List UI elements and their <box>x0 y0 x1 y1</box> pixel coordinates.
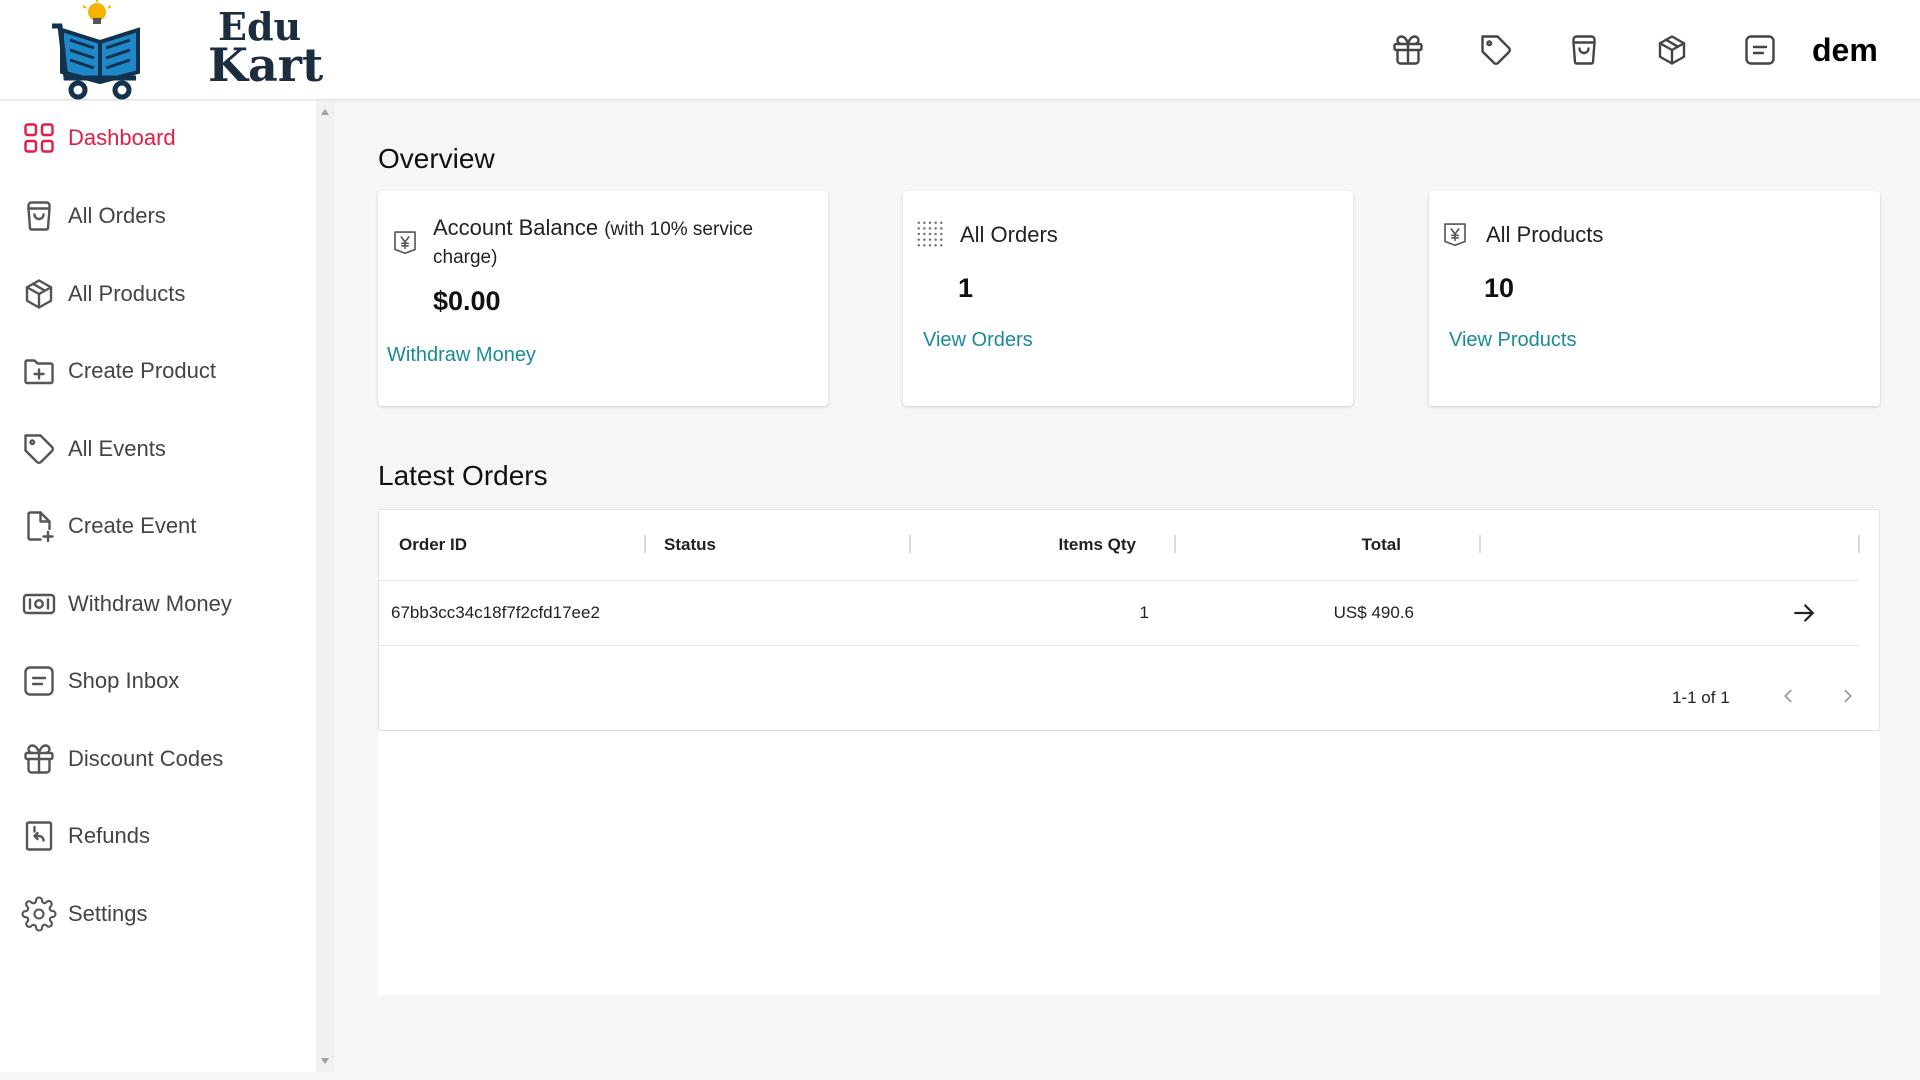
shopping-bag-icon <box>1572 35 1596 65</box>
account-balance-value: $0.00 <box>433 286 501 316</box>
sidebar-item-refunds[interactable]: Refunds <box>0 806 316 866</box>
all-orders-card: All Orders 1 View Orders <box>903 191 1353 406</box>
message-icon <box>20 662 58 700</box>
sidebar-item-dashboard[interactable]: Dashboard <box>0 108 316 168</box>
column-separator[interactable] <box>1479 535 1481 553</box>
column-separator[interactable] <box>1174 535 1176 553</box>
app-root: Edu Kart dem Dashboard All Orders All Pr… <box>0 0 1920 1080</box>
tag-icon <box>1481 35 1511 65</box>
overview-title: Overview <box>378 143 495 174</box>
folder-plus-icon <box>20 352 58 390</box>
sidebar-item-label: Settings <box>68 901 148 926</box>
gift-icon <box>1393 35 1423 65</box>
column-header-total[interactable]: Total <box>1194 510 1401 580</box>
sidebar-item-settings[interactable]: Settings <box>0 884 316 944</box>
sidebar-item-label: Dashboard <box>68 125 176 150</box>
sidebar-item-all-orders[interactable]: All Orders <box>0 186 316 246</box>
table-row[interactable]: 67bb3cc34c18f7f2cfd17ee2 1 US$ 490.6 <box>379 580 1859 646</box>
column-header-status[interactable]: Status <box>664 510 716 580</box>
cash-icon <box>20 585 58 623</box>
money-bill-icon <box>390 227 420 257</box>
gear-icon <box>20 895 58 933</box>
sidebar-item-label: All Orders <box>68 203 166 228</box>
content-panel <box>378 731 1880 995</box>
withdraw-money-link[interactable]: Withdraw Money <box>387 344 536 367</box>
scroll-up-arrow-icon[interactable] <box>321 109 329 115</box>
all-orders-card-title: All Orders <box>960 222 1058 247</box>
logo-text: Edu Kart <box>208 8 324 92</box>
column-separator[interactable] <box>1858 535 1860 553</box>
gift-icon <box>20 740 58 778</box>
sidebar-item-label: Create Product <box>68 358 216 383</box>
sidebar-item-label: All Products <box>68 281 186 306</box>
sidebar-item-all-events[interactable]: All Events <box>0 419 316 479</box>
column-header-items-qty[interactable]: Items Qty <box>929 510 1136 580</box>
sidebar-item-create-product[interactable]: Create Product <box>0 341 316 401</box>
column-separator[interactable] <box>644 535 646 553</box>
all-products-count: 10 <box>1484 273 1515 303</box>
user-name[interactable]: dem <box>1812 32 1882 69</box>
account-balance-title: Account Balance (with 10% service charge… <box>433 215 803 271</box>
chevron-left-icon <box>1784 689 1792 703</box>
sidebar-item-label: Withdraw Money <box>68 591 232 616</box>
sidebar-item-label: Shop Inbox <box>68 668 180 693</box>
orders-header-button[interactable] <box>1540 0 1628 100</box>
latest-orders-title: Latest Orders <box>378 460 548 491</box>
shopping-bag-icon <box>20 197 58 235</box>
tag-icon <box>20 430 58 468</box>
total-cell: US$ 490.6 <box>1333 603 1414 622</box>
items-qty-cell: 1 <box>1139 603 1149 622</box>
chevron-right-icon <box>1844 689 1852 703</box>
all-orders-count: 1 <box>958 273 974 303</box>
sidebar-item-shop-inbox[interactable]: Shop Inbox <box>0 651 316 711</box>
column-separator[interactable] <box>909 535 911 553</box>
column-header-order-id[interactable]: Order ID <box>399 510 467 580</box>
logo-line-2: Kart <box>208 38 324 92</box>
next-page-button[interactable] <box>1830 678 1866 714</box>
discount-codes-header-button[interactable] <box>1364 0 1452 100</box>
scroll-down-arrow-icon[interactable] <box>321 1058 329 1064</box>
view-order-button[interactable] <box>1789 598 1819 628</box>
arrow-right-icon <box>1794 604 1814 622</box>
view-products-link[interactable]: View Products <box>1449 329 1576 352</box>
dashboard-grid-icon <box>20 119 58 157</box>
pagination-info: 1-1 of 1 <box>1672 688 1730 707</box>
sidebar-item-create-event[interactable]: Create Event <box>0 496 316 556</box>
header-actions: dem <box>1364 0 1882 100</box>
all-products-card-title: All Products <box>1486 222 1604 247</box>
view-orders-link[interactable]: View Orders <box>923 329 1033 352</box>
edukart-logo[interactable]: Edu Kart <box>50 0 323 100</box>
latest-orders-table: Order ID Status Items Qty Total 67bb3cc3… <box>378 509 1880 731</box>
sidebar-item-label: All Events <box>68 436 166 461</box>
order-id-cell: 67bb3cc34c18f7f2cfd17ee2 <box>391 603 600 622</box>
previous-page-button[interactable] <box>1770 678 1806 714</box>
sidebar-item-all-products[interactable]: All Products <box>0 264 316 324</box>
package-icon <box>20 275 58 313</box>
file-plus-icon <box>20 507 58 545</box>
sidebar-item-label: Create Event <box>68 513 197 538</box>
money-bill-icon <box>1440 219 1470 249</box>
sidebar-scrollbar[interactable] <box>316 101 334 1072</box>
products-header-button[interactable] <box>1628 0 1716 100</box>
book-cart-logo-icon <box>52 0 140 100</box>
receipt-refund-icon <box>20 817 58 855</box>
grid-dots-icon <box>915 219 945 249</box>
sidebar-item-label: Refunds <box>68 823 150 848</box>
package-icon <box>1658 35 1686 65</box>
events-header-button[interactable] <box>1452 0 1540 100</box>
sidebar: Dashboard All Orders All Products Create… <box>0 101 316 1072</box>
sidebar-item-withdraw-money[interactable]: Withdraw Money <box>0 574 316 634</box>
inbox-header-button[interactable] <box>1716 0 1804 100</box>
account-balance-label: Account Balance <box>433 215 599 240</box>
all-products-card: All Products 10 View Products <box>1429 191 1880 406</box>
sidebar-item-discount-codes[interactable]: Discount Codes <box>0 729 316 789</box>
sidebar-item-label: Discount Codes <box>68 746 224 771</box>
top-header: Edu Kart dem <box>0 0 1920 100</box>
account-balance-card: Account Balance (with 10% service charge… <box>378 191 828 406</box>
message-icon <box>1745 35 1775 65</box>
